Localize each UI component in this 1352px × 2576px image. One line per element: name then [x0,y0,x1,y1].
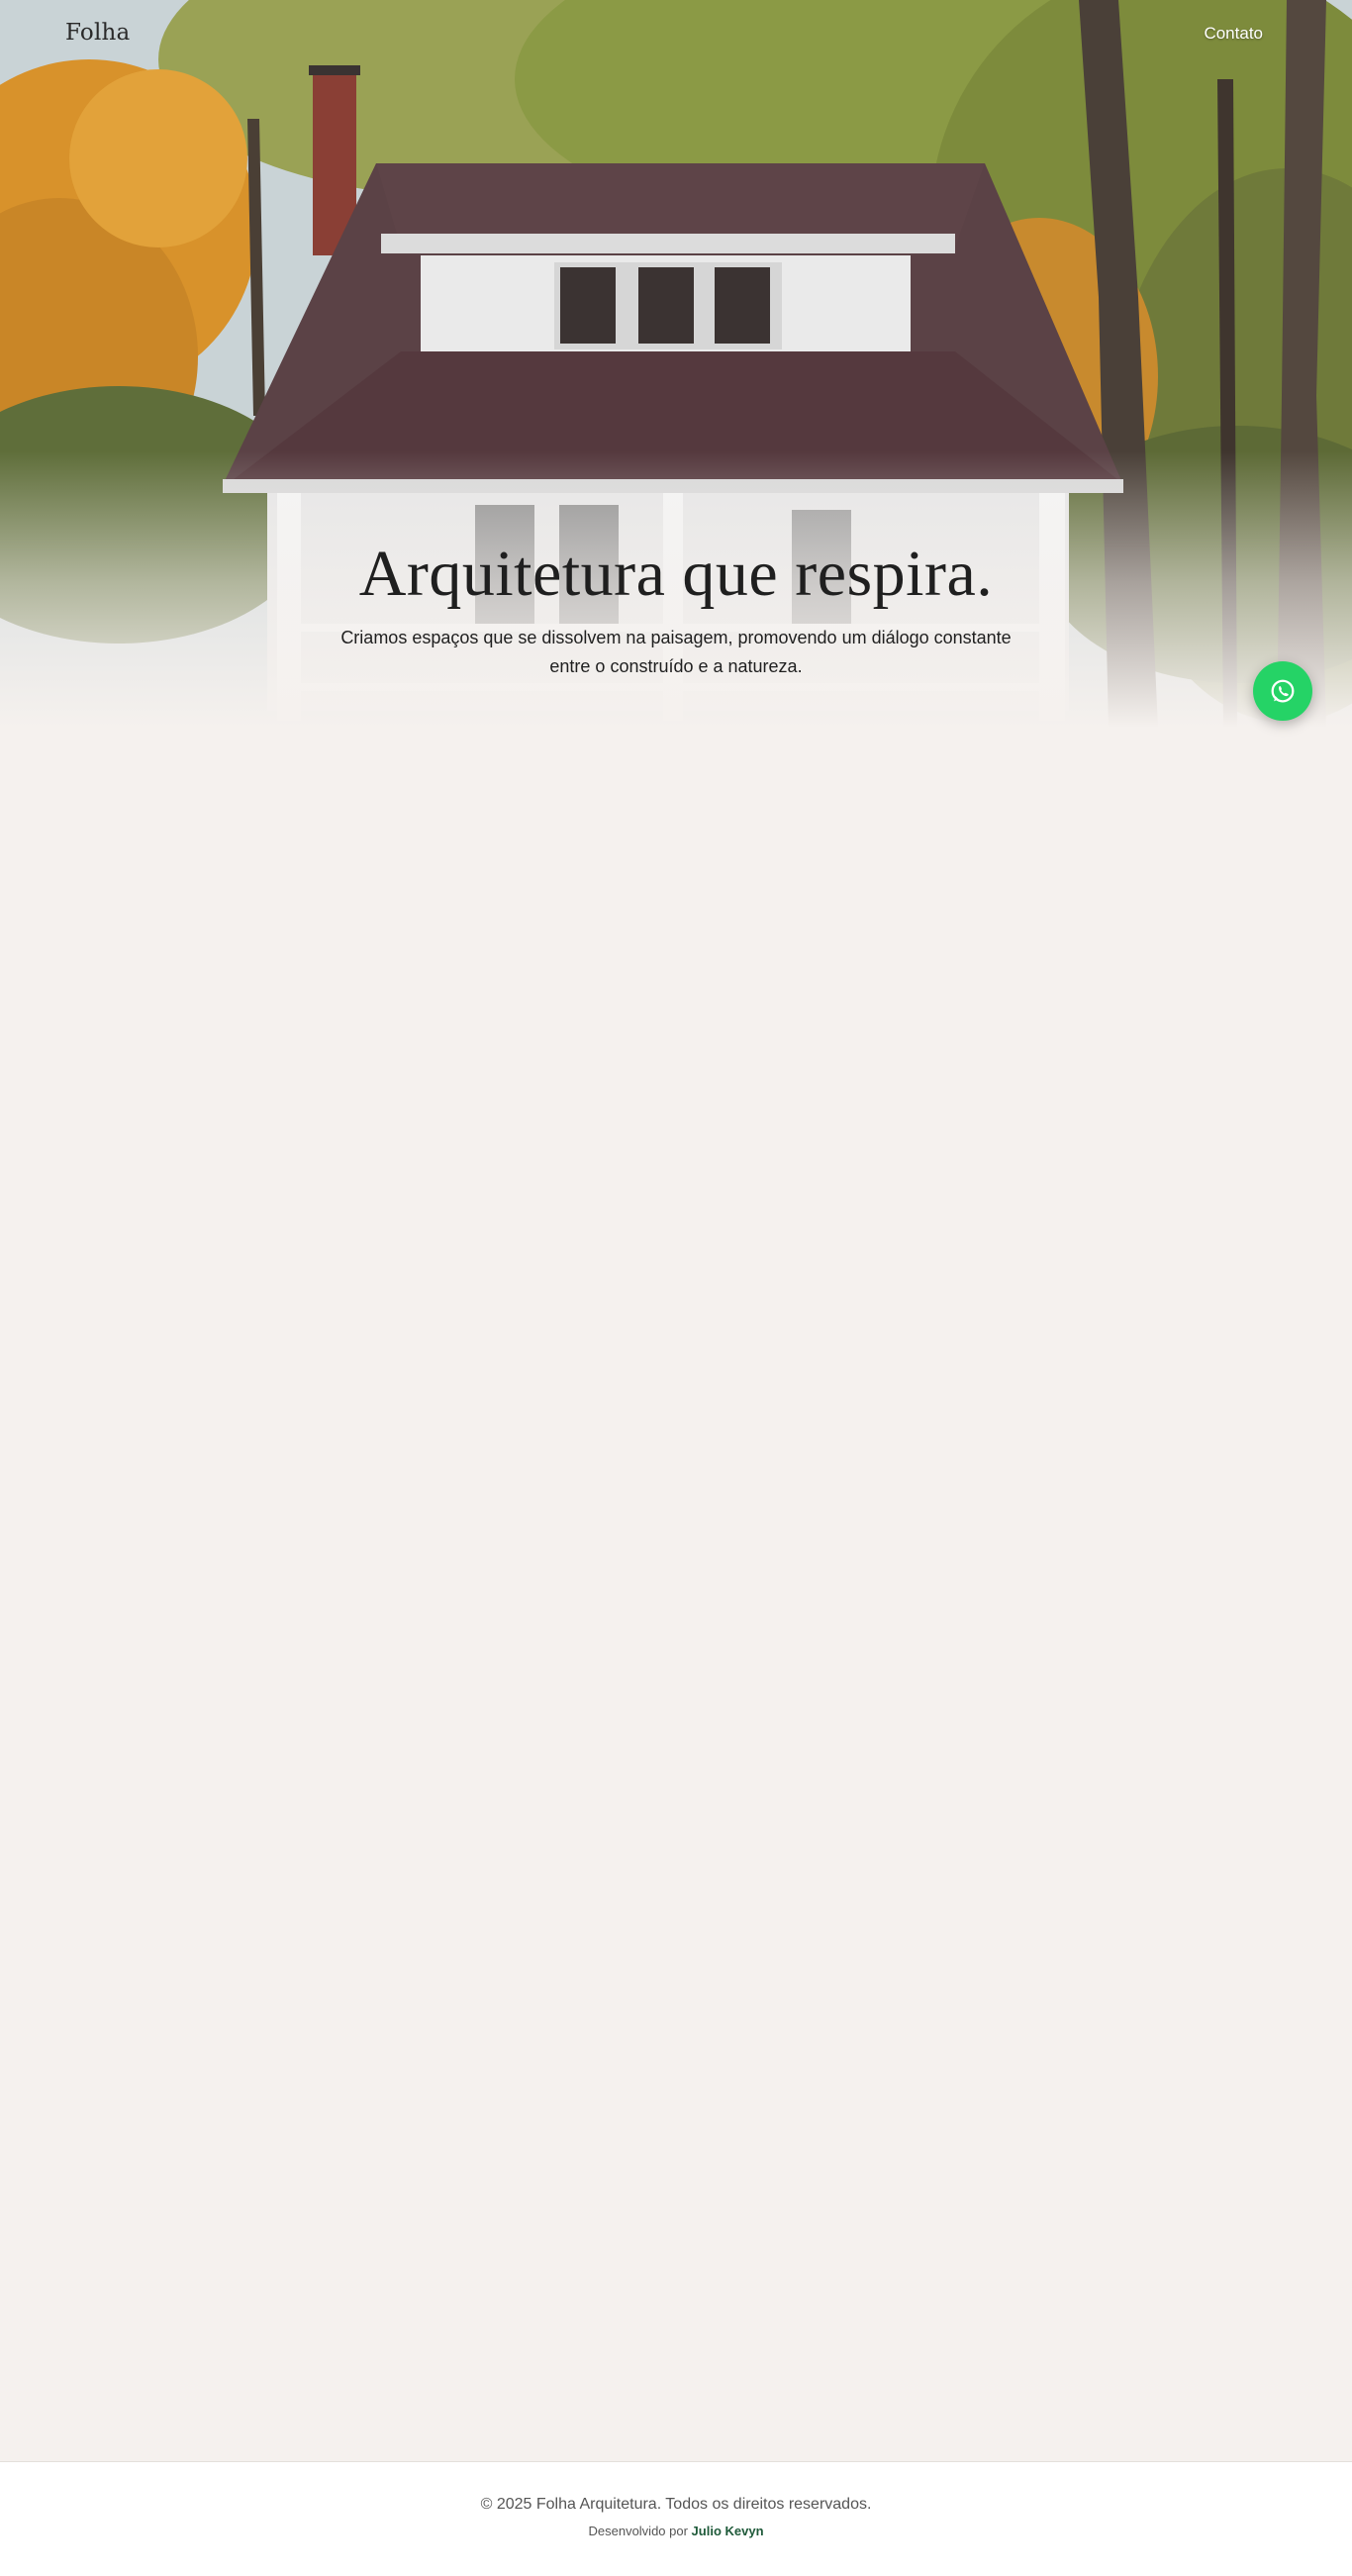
nav-contact-link[interactable]: Contato [1204,24,1263,44]
whatsapp-icon [1271,679,1295,703]
footer-copyright: © 2025 Folha Arquitetura. Todos os direi… [480,2496,872,2513]
brand-logo[interactable]: Folha [65,20,130,46]
hero-subtitle: Criamos espaços que se dissolvem na pais… [340,628,1012,676]
whatsapp-button[interactable] [1253,661,1312,721]
hero-content: Arquitetura que respira. Criamos espaços… [0,535,1352,681]
footer-developer-credit: Desenvolvido por Julio Kevyn [0,2524,1352,2538]
footer-developer-prefix: Desenvolvido por [588,2524,692,2538]
footer: © 2025 Folha Arquitetura. Todos os direi… [0,2461,1352,2576]
hero-title: Arquitetura que respira. [358,538,994,610]
hero-section: Folha Contato Arquitetura que respira. C… [0,0,1352,728]
footer-developer-link[interactable]: Julio Kevyn [692,2524,764,2538]
